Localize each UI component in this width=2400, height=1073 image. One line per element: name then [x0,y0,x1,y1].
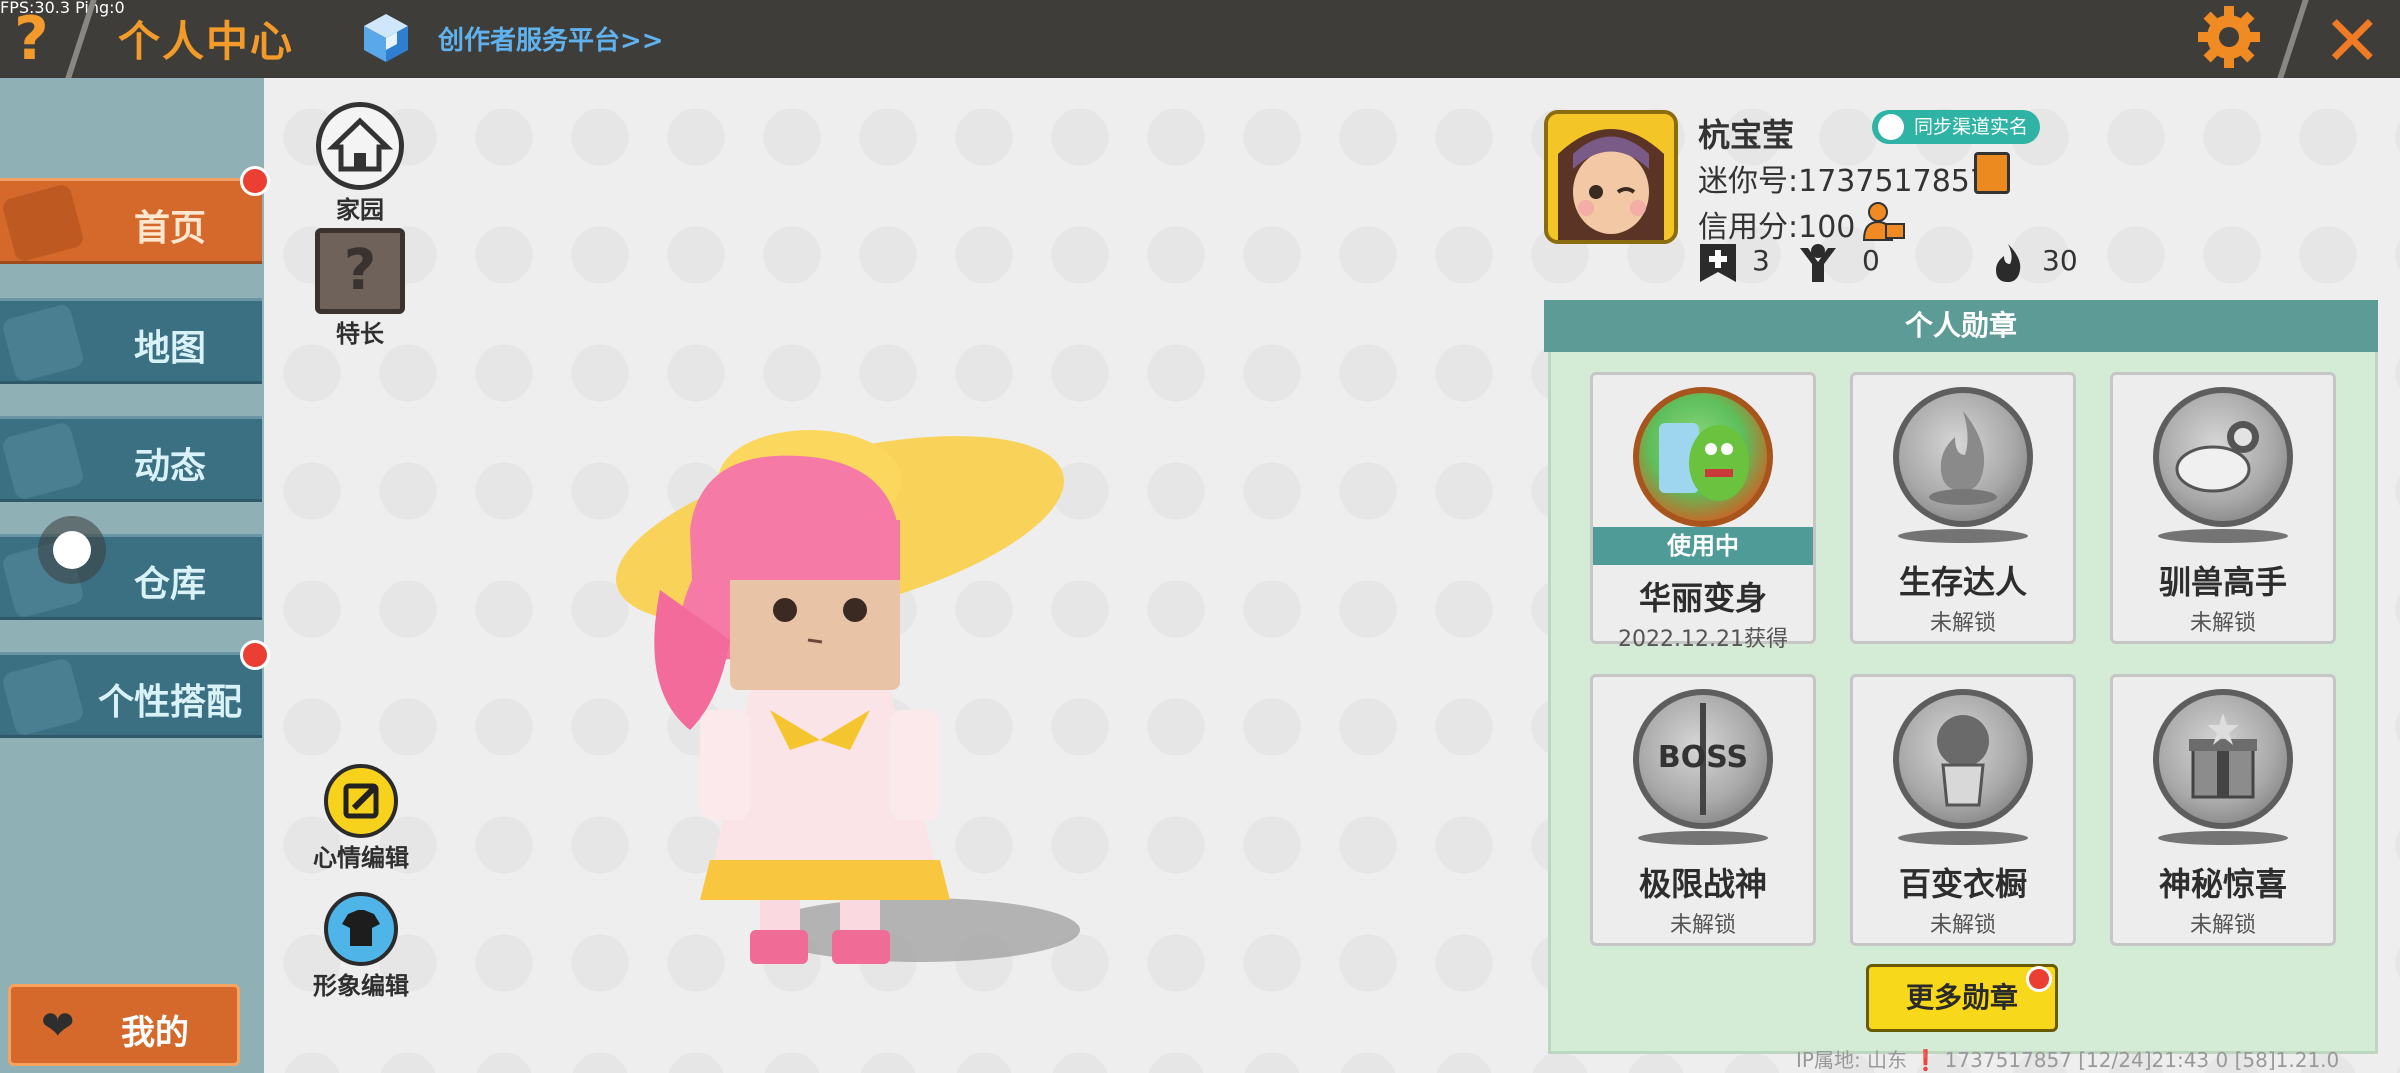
notification-dot [2026,966,2052,992]
heart-icon: ❤ [41,1003,75,1049]
mine-button[interactable]: ❤ 我的 [8,984,240,1066]
medal-status: 未解锁 [1929,611,1996,636]
map-icon [0,303,86,381]
medal-status: 未解锁 [1669,913,1736,938]
medal-status: 2022.12.21获得 [1618,627,1788,652]
talent-label: 特长 [336,320,384,348]
wardrobe-medal-icon [1893,689,2033,829]
medal-name: 极限战神 [1638,865,1767,903]
credit-info-icon[interactable] [1862,200,1906,242]
mine-label: 我的 [121,1013,189,1053]
talent-button[interactable]: ? 特长 [310,228,410,349]
sidebar-item-label: 首页 [133,208,206,249]
medal-status: 未解锁 [1929,913,1996,938]
medal-card[interactable]: 使用中 华丽变身 2022.12.21获得 [1590,372,1816,652]
image-edit-label: 形象编辑 [313,972,409,1000]
credit-score: 信用分:100 [1698,210,1856,245]
fans-icon [1800,244,1836,282]
svg-text:BOSS: BOSS [1658,740,1748,775]
home-label: 家园 [336,196,384,224]
player-character[interactable] [600,410,1120,970]
mood-edit-label: 心情编辑 [313,844,409,872]
flame-icon [1996,244,2021,282]
medal-card[interactable]: 百变衣橱 未解锁 [1850,674,2076,946]
player-name: 杭宝莹 [1698,116,1795,154]
touch-cursor [38,516,106,584]
dinosaur-medal-icon [1633,387,1773,527]
medal-card[interactable]: 生存达人 未解锁 [1850,372,2076,644]
medal-card[interactable]: 驯兽高手 未解锁 [2110,372,2336,644]
tamer-medal-icon [2153,387,2293,527]
sidebar-item-label: 个性搭配 [97,682,242,723]
medal-shadow [1898,831,2028,845]
medal-name: 华丽变身 [1638,579,1767,617]
sidebar-item-map[interactable]: 地图 [0,298,262,384]
sidebar-item-dynamic[interactable]: 动态 [0,416,262,502]
medal-card[interactable]: BOSS 极限战神 未解锁 [1590,674,1816,946]
question-box-icon: ? [315,228,405,314]
realname-badge[interactable]: 同步渠道实名 [1872,110,2041,144]
home-button[interactable]: 家园 [310,102,410,225]
notification-dot [240,640,270,670]
realname-label: 同步渠道实名 [1914,116,2029,138]
medal-status: 未解锁 [2189,611,2256,636]
medal-shadow [2158,529,2288,543]
sidebar-item-label: 仓库 [133,564,206,605]
footer-info: IP属地: 山东 ❗ 1737517857 [12/24]21:43 0 [58… [1796,1048,2340,1072]
fans-count: 0 [1862,244,1880,277]
medal-status: 未解锁 [2189,913,2256,938]
close-icon[interactable]: ✕ [2323,0,2382,82]
medal-name: 生存达人 [1898,563,2027,601]
add-friend-icon [1700,244,1736,282]
page-title: 个人中心 [118,17,295,66]
medal-name: 驯兽高手 [2158,563,2287,601]
user-check-icon [1878,114,1904,140]
medal-shadow [1898,529,2028,543]
medal-shadow [2158,831,2288,845]
divider [2277,0,2309,78]
sidebar-item-label: 地图 [133,328,206,369]
gear-icon[interactable] [2196,4,2262,70]
medal-name: 百变衣橱 [1898,865,2027,903]
using-badge: 使用中 [1593,527,1813,565]
popularity-count: 30 [2042,244,2078,277]
cube-icon[interactable] [362,12,410,64]
copy-icon[interactable] [1974,152,2010,194]
edit-icon [324,764,398,838]
mini-id: 迷你号:1737517857 [1698,164,1989,199]
campfire-medal-icon [1893,387,2033,527]
shirt-icon [324,892,398,966]
mood-edit-button[interactable]: 心情编辑 [306,764,416,873]
medal-header: 个人勋章 [1544,300,2378,352]
home-icon [0,183,86,261]
question-icon[interactable]: ? [14,4,49,74]
creator-platform-link[interactable]: 创作者服务平台>> [438,20,664,57]
boss-medal-icon: BOSS [1633,689,1773,829]
image-edit-button[interactable]: 形象编辑 [306,892,416,1001]
sidebar-item-home[interactable]: 首页 [0,178,262,264]
gift-medal-icon [2153,689,2293,829]
house-icon [316,102,404,190]
medal-shadow [1638,831,1768,845]
sidebar-item-outfit[interactable]: 个性搭配 [0,652,262,738]
sidebar-item-label: 动态 [133,446,206,487]
top-bar: FPS:30.3 Ping:0 ? 个人中心 创作者服务平台>> ✕ [0,0,2400,82]
avatar[interactable] [1544,110,1678,244]
medal-name: 神秘惊喜 [2158,865,2287,903]
bell-icon [0,421,86,499]
notification-dot [240,166,270,196]
friend-count: 3 [1752,244,1770,277]
medal-card[interactable]: 神秘惊喜 未解锁 [2110,674,2336,946]
outfit-icon [0,657,86,735]
